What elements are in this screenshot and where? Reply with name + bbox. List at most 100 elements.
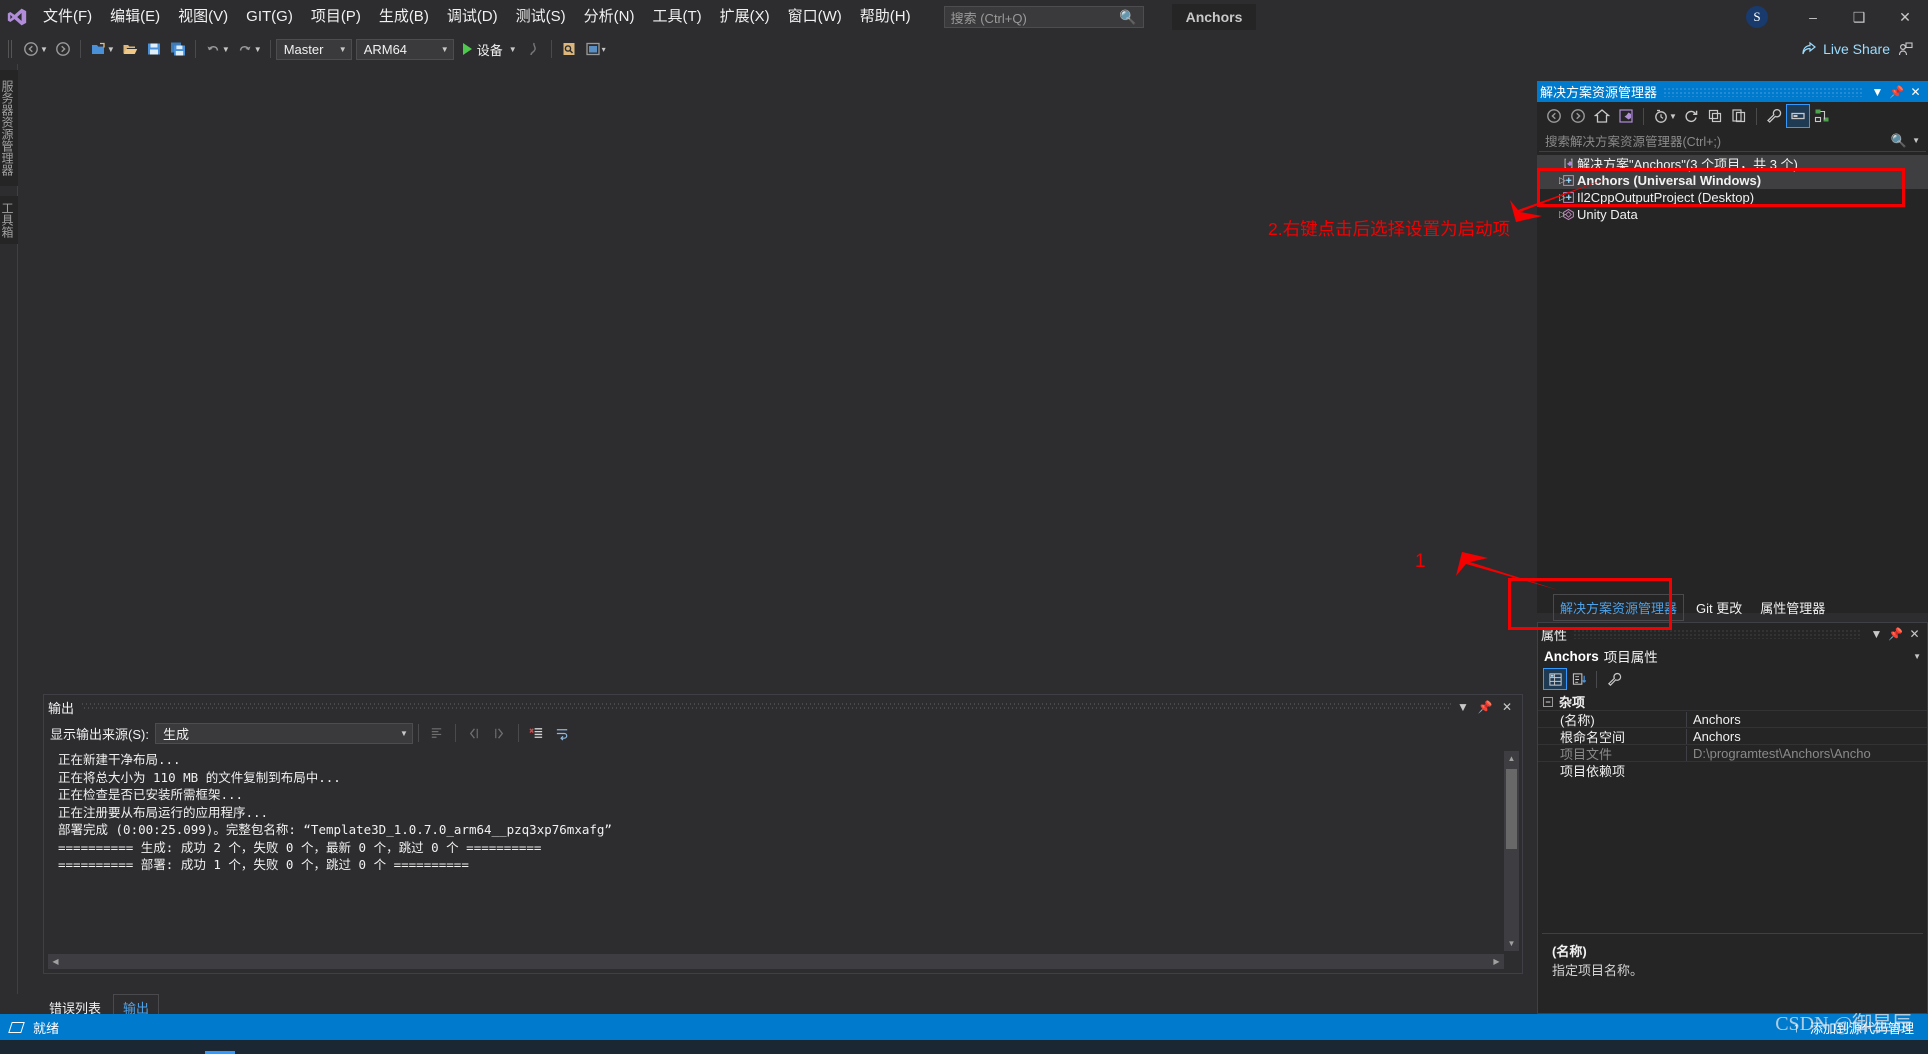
property-row-project-dependencies[interactable]: 项目依赖项	[1538, 761, 1927, 779]
navigate-backward-icon[interactable]	[19, 37, 43, 61]
menu-item-view[interactable]: 视图(V)	[169, 3, 237, 31]
menu-item-help[interactable]: 帮助(H)	[851, 3, 920, 31]
platform-selector[interactable]: ARM64 ▼	[355, 38, 454, 60]
pin-icon[interactable]: 📌	[1887, 85, 1906, 99]
pin-icon[interactable]: 📌	[1474, 700, 1496, 714]
navigate-backward-icon[interactable]	[1542, 104, 1566, 128]
go-to-previous-message-icon[interactable]	[461, 722, 487, 744]
properties-wrench-icon[interactable]	[1762, 104, 1786, 128]
output-line: 正在新建干净布局...	[58, 752, 181, 767]
hot-reload-icon[interactable]	[522, 37, 546, 61]
branch-selector[interactable]: Master ▼	[275, 38, 352, 60]
redo-icon[interactable]	[233, 37, 257, 61]
navigate-forward-icon[interactable]	[1566, 104, 1590, 128]
clear-all-icon[interactable]	[524, 722, 550, 744]
pin-icon[interactable]: 📌	[1886, 627, 1905, 641]
toggle-word-wrap-icon[interactable]	[550, 722, 576, 744]
menu-item-edit[interactable]: 编辑(E)	[101, 3, 169, 31]
undo-icon[interactable]	[201, 37, 225, 61]
find-message-icon[interactable]	[424, 722, 450, 744]
output-dropdown-icon[interactable]: ▼	[1452, 700, 1474, 714]
scroll-up-icon[interactable]: ▲	[1504, 751, 1519, 766]
property-value[interactable]: Anchors	[1686, 711, 1927, 727]
output-line: 正在检查是否已安装所需框架...	[58, 787, 244, 802]
window-title-chip: Anchors	[1171, 4, 1257, 30]
chevron-down-icon[interactable]: ▼	[509, 45, 517, 54]
property-row-root-namespace[interactable]: 根命名空间 Anchors	[1538, 727, 1927, 745]
chevron-down-icon[interactable]: ▼	[1669, 112, 1677, 121]
navigate-forward-icon[interactable]	[51, 37, 75, 61]
start-debug-button[interactable]: 设备 ▼	[458, 37, 522, 61]
open-file-icon[interactable]	[118, 37, 142, 61]
maximize-restore-button[interactable]: ❑	[1836, 0, 1882, 34]
tab-property-manager[interactable]: 属性管理器	[1754, 595, 1831, 620]
refresh-icon[interactable]	[1679, 104, 1703, 128]
menu-item-extensions[interactable]: 扩展(X)	[711, 3, 779, 31]
solution-root-icon[interactable]	[1614, 104, 1638, 128]
alphabetical-view-icon[interactable]	[1567, 668, 1591, 690]
chevron-down-icon[interactable]: ▼	[1868, 85, 1887, 99]
output-source-selector[interactable]: 生成 ▼	[154, 722, 413, 744]
menu-item-window[interactable]: 窗口(W)	[779, 3, 851, 31]
property-pages-wrench-icon[interactable]	[1602, 668, 1626, 690]
menu-item-tools[interactable]: 工具(T)	[643, 3, 710, 31]
properties-subject[interactable]: Anchors 项目属性 ▼	[1538, 645, 1927, 667]
property-value[interactable]: Anchors	[1686, 728, 1927, 744]
chevron-down-icon[interactable]: ▼	[1912, 136, 1920, 145]
close-icon[interactable]: ✕	[1905, 627, 1924, 641]
solution-explorer-search-icon[interactable]	[557, 37, 581, 61]
close-icon[interactable]: ✕	[1496, 700, 1518, 714]
solution-explorer-search[interactable]: 搜索解决方案资源管理器(Ctrl+;) 🔍 ▼	[1539, 130, 1926, 152]
menu-item-analyze[interactable]: 分析(N)	[575, 3, 644, 31]
close-button[interactable]: ✕	[1882, 0, 1928, 34]
menu-item-git[interactable]: GIT(G)	[237, 3, 302, 31]
panel-drag-dots[interactable]	[1663, 86, 1862, 97]
home-icon[interactable]	[1590, 104, 1614, 128]
properties-category[interactable]: − 杂项	[1538, 693, 1927, 710]
new-project-icon[interactable]	[86, 37, 110, 61]
save-icon[interactable]	[142, 37, 166, 61]
scroll-left-icon[interactable]: ◀	[48, 954, 63, 969]
output-vertical-scrollbar[interactable]: ▲ ▼	[1504, 751, 1519, 951]
output-text-area[interactable]: 正在新建干净布局... 正在将总大小为 110 MB 的文件复制到布局中... …	[48, 751, 1504, 951]
properties-category-label: 杂项	[1559, 695, 1586, 710]
collapse-icon[interactable]: −	[1543, 696, 1553, 707]
panel-drag-dots[interactable]	[82, 703, 1452, 711]
go-to-next-message-icon[interactable]	[487, 722, 513, 744]
toolbar-grip[interactable]	[8, 40, 14, 58]
preview-selected-items-icon[interactable]	[1785, 104, 1810, 128]
menu-item-test[interactable]: 测试(S)	[507, 3, 575, 31]
scrollbar-thumb[interactable]	[1506, 769, 1517, 849]
chevron-down-icon[interactable]: ▼	[1867, 627, 1886, 641]
avatar[interactable]: S	[1746, 6, 1768, 28]
close-icon[interactable]: ✕	[1906, 85, 1925, 99]
scroll-right-icon[interactable]: ▶	[1489, 954, 1504, 969]
live-share-button[interactable]: Live Share	[1801, 41, 1890, 57]
send-feedback-icon[interactable]	[1890, 37, 1920, 61]
add-to-source-control-label: 添加到源代码管理	[1809, 1020, 1914, 1036]
property-row-project-file[interactable]: 项目文件 D:\programtest\Anchors\Ancho	[1538, 744, 1927, 762]
property-row-name[interactable]: (名称) Anchors	[1538, 710, 1927, 728]
menu-item-project[interactable]: 项目(P)	[302, 3, 370, 31]
chevron-down-icon[interactable]: ▼	[1913, 652, 1921, 661]
panel-drag-dots[interactable]	[1573, 629, 1861, 639]
save-all-icon[interactable]	[166, 37, 190, 61]
minimize-button[interactable]: ‒	[1790, 0, 1836, 34]
menu-item-file[interactable]: 文件(F)	[34, 3, 101, 31]
scroll-down-icon[interactable]: ▼	[1504, 936, 1519, 951]
view-class-diagram-icon[interactable]	[1810, 104, 1834, 128]
toolbar-separator	[1643, 107, 1644, 125]
collapse-all-icon[interactable]	[1703, 104, 1727, 128]
sidebar-item-toolbox[interactable]: 工具箱	[0, 196, 18, 244]
sidebar-item-server-explorer[interactable]: 服务器资源管理器	[0, 70, 18, 186]
show-all-files-icon[interactable]	[1727, 104, 1751, 128]
global-search-box[interactable]: 搜索 (Ctrl+Q) 🔍	[943, 6, 1144, 28]
window-layout-icon[interactable]	[581, 37, 605, 61]
menu-item-debug[interactable]: 调试(D)	[438, 3, 507, 31]
output-horizontal-scrollbar[interactable]: ◀ ▶	[48, 954, 1504, 969]
output-source-label: 显示输出来源(S):	[50, 726, 149, 742]
categorized-view-icon[interactable]	[1543, 668, 1567, 690]
tab-git-changes[interactable]: Git 更改	[1690, 595, 1748, 620]
menu-item-build[interactable]: 生成(B)	[370, 3, 438, 31]
status-right[interactable]: ↑ 添加到源代码管理	[1793, 1018, 1914, 1037]
